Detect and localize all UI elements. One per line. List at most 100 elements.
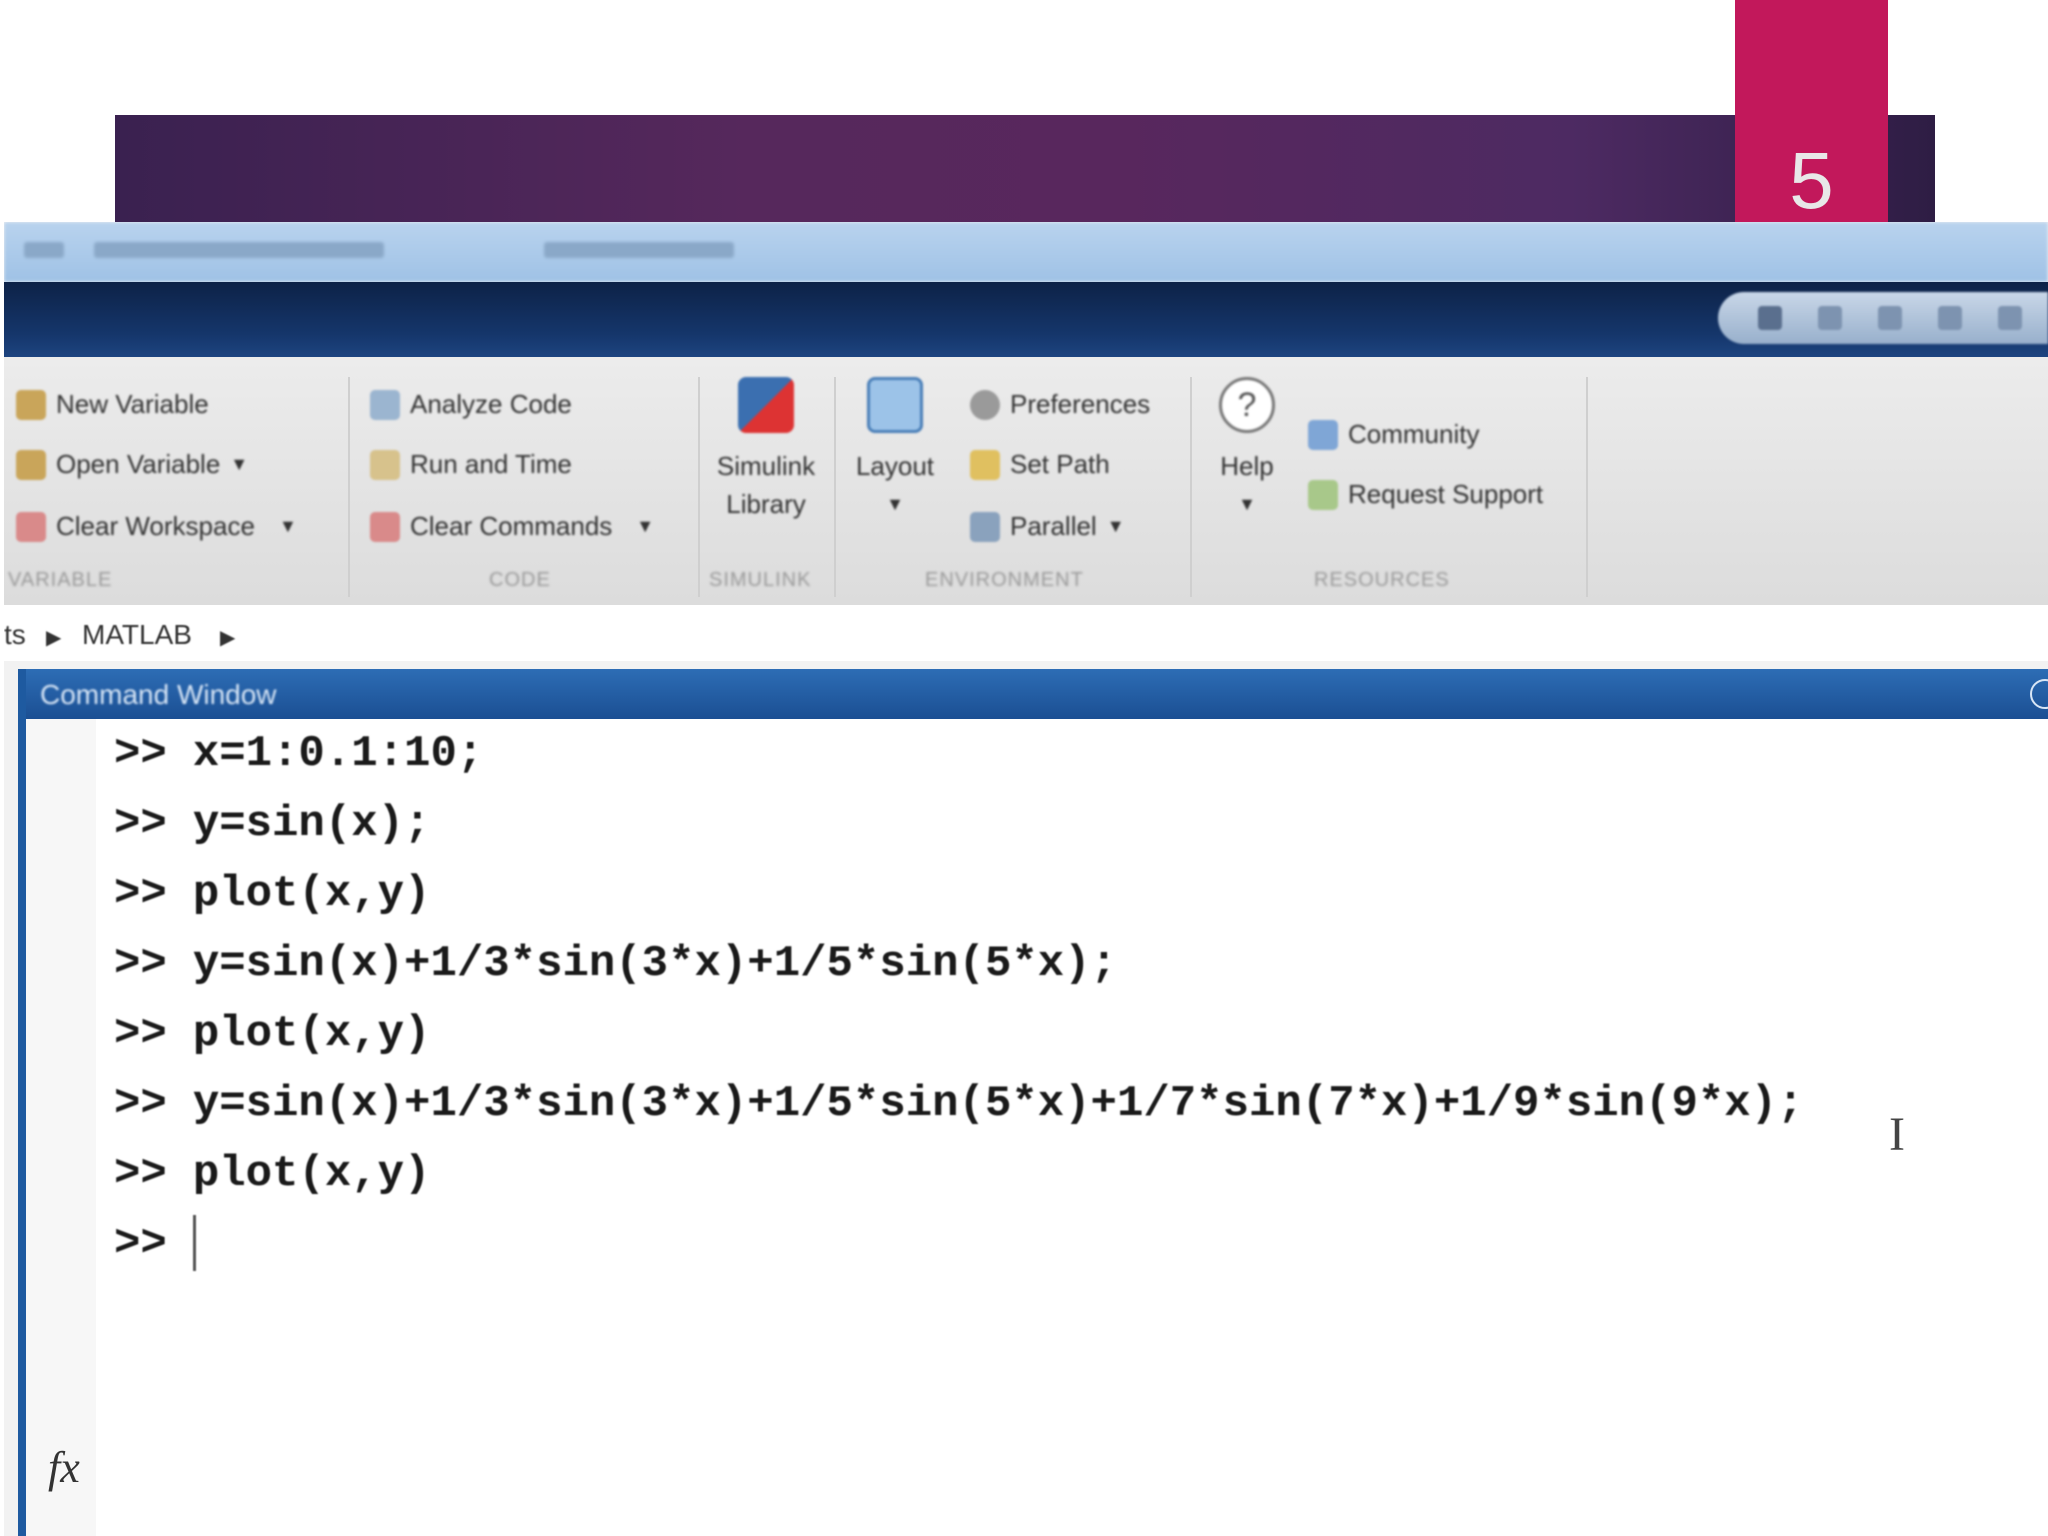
new-variable-button[interactable]: New Variable [16, 389, 209, 420]
command-line: >> x=1:0.1:10; [114, 719, 1803, 789]
chevron-down-icon: ▼ [886, 494, 904, 514]
request-support-icon [1308, 479, 1338, 510]
group-label: CODE [489, 569, 551, 591]
clear-workspace-button[interactable]: Clear Workspace ▼ [16, 511, 297, 542]
help-icon: ? [1219, 377, 1275, 433]
breadcrumb-separator-icon: ▶ [220, 627, 236, 649]
command-window-title: Command Window [40, 679, 277, 710]
panel-options-icon[interactable] [2030, 679, 2048, 709]
window-titlebar [4, 222, 2048, 282]
breadcrumb-separator-icon: ▶ [46, 627, 62, 649]
simulink-group: Simulink Library SIMULINK [704, 357, 824, 605]
command-prompt: >> [114, 939, 167, 989]
breadcrumb-item[interactable]: MATLAB [82, 619, 192, 651]
command-text: plot(x,y) [192, 869, 431, 919]
set-path-button[interactable]: Set Path [970, 449, 1110, 480]
command-line: >> plot(x,y) [114, 859, 1803, 929]
community-icon [1308, 419, 1338, 450]
slide-number: 5 [1789, 136, 1834, 225]
set-path-icon [970, 449, 1000, 480]
group-label: SIMULINK [709, 569, 812, 591]
community-button[interactable]: Community [1308, 419, 1479, 450]
group-label: RESOURCES [1314, 569, 1450, 591]
command-line: >> y=sin(x)+1/3*sin(3*x)+1/5*sin(5*x); [114, 929, 1803, 999]
command-line: >> plot(x,y) [114, 1139, 1803, 1209]
layout-icon [867, 377, 923, 433]
text-caret [192, 1215, 196, 1272]
preferences-button[interactable]: Preferences [970, 389, 1150, 420]
command-line: >> y=sin(x); [114, 789, 1803, 859]
command-prompt: >> [114, 1079, 167, 1129]
command-prompt: >> [114, 729, 167, 779]
command-input-line[interactable]: >> [114, 1209, 1803, 1279]
simulink-icon [738, 377, 794, 433]
resources-group: ? Help ▼ Community Request Support RESOU… [1196, 357, 1596, 605]
clear-commands-icon [370, 511, 400, 542]
parallel-icon [970, 511, 1000, 542]
command-window[interactable]: Command Window >> x=1:0.1:10; >> y=sin(x); >… [18, 669, 2048, 1536]
chevron-down-icon: ▼ [230, 454, 249, 474]
parallel-button[interactable]: Parallel ▼ [970, 511, 1125, 542]
quick-access-icon[interactable] [1938, 306, 1962, 330]
quick-access-icon[interactable] [1818, 306, 1842, 330]
open-variable-button[interactable]: Open Variable ▼ [16, 449, 248, 480]
command-text: plot(x,y) [192, 1009, 431, 1059]
command-line: >> plot(x,y) [114, 999, 1803, 1069]
request-support-button[interactable]: Request Support [1308, 479, 1543, 510]
chevron-down-icon: ▼ [278, 516, 297, 536]
chevron-down-icon: ▼ [1238, 494, 1256, 514]
analyze-code-icon [370, 389, 400, 420]
current-folder-bar: ts ▶ MATLAB ▶ [4, 605, 2048, 661]
quick-access-icon[interactable] [1878, 306, 1902, 330]
command-prompt: >> [114, 1009, 167, 1059]
group-divider [834, 377, 836, 597]
command-prompt: >> [114, 869, 167, 919]
run-and-time-icon [370, 449, 400, 480]
run-and-time-button[interactable]: Run and Time [370, 449, 572, 480]
command-prompt: >> [114, 1149, 167, 1199]
text-cursor-icon: I [1889, 1108, 1905, 1161]
command-window-titlebar: Command Window [26, 669, 2048, 719]
slide-number-tab: 5 [1735, 0, 1888, 230]
command-history: >> x=1:0.1:10; >> y=sin(x); >> plot(x,y) >> y=s… [114, 719, 1803, 1279]
group-divider [1190, 377, 1192, 597]
new-variable-icon [16, 389, 46, 420]
window-title-text [24, 242, 64, 258]
command-prompt: >> [114, 799, 167, 849]
quick-access-icon[interactable] [1998, 306, 2022, 330]
code-group: Analyze Code Run and Time Clear Commands… [354, 357, 694, 605]
toolstrip: New Variable Open Variable ▼ Clear Works… [4, 357, 2048, 605]
ribbon-tabstrip [4, 282, 2048, 357]
analyze-code-button[interactable]: Analyze Code [370, 389, 572, 420]
window-title-text [94, 242, 384, 258]
clear-workspace-icon [16, 511, 46, 542]
help-button[interactable]: ? Help ▼ [1202, 377, 1292, 523]
group-divider [348, 377, 350, 597]
breadcrumb-item[interactable]: ts [4, 619, 26, 651]
command-line: >> y=sin(x)+1/3*sin(3*x)+1/5*sin(5*x)+1/7… [114, 1069, 1803, 1139]
group-label: ENVIRONMENT [925, 569, 1084, 591]
function-browser-icon[interactable]: fx [48, 1442, 80, 1493]
variable-group: New Variable Open Variable ▼ Clear Works… [4, 357, 344, 605]
command-text: plot(x,y) [192, 1149, 431, 1199]
clear-commands-button[interactable]: Clear Commands ▼ [370, 511, 654, 542]
matlab-window: New Variable Open Variable ▼ Clear Works… [4, 222, 2048, 1536]
simulink-library-button[interactable]: Simulink Library [710, 377, 822, 523]
quick-access-toolbar[interactable] [1718, 292, 2048, 344]
group-divider [1586, 377, 1588, 597]
command-text: y=sin(x)+1/3*sin(3*x)+1/5*sin(5*x); [192, 939, 1117, 989]
layout-button[interactable]: Layout ▼ [840, 377, 950, 523]
command-prompt: >> [114, 1219, 167, 1269]
chevron-down-icon: ▼ [636, 516, 655, 536]
preferences-icon [970, 389, 1000, 420]
quick-access-icon[interactable] [1758, 306, 1782, 330]
command-text: x=1:0.1:10; [192, 729, 484, 779]
chevron-down-icon: ▼ [1106, 516, 1125, 536]
window-title-text [544, 242, 734, 258]
command-window-gutter [26, 719, 96, 1536]
open-variable-icon [16, 449, 46, 480]
group-divider [698, 377, 700, 597]
slide-banner [115, 115, 1935, 230]
group-label: VARIABLE [8, 569, 113, 591]
environment-group: Layout ▼ Preferences Set Path Parallel ▼… [840, 357, 1180, 605]
